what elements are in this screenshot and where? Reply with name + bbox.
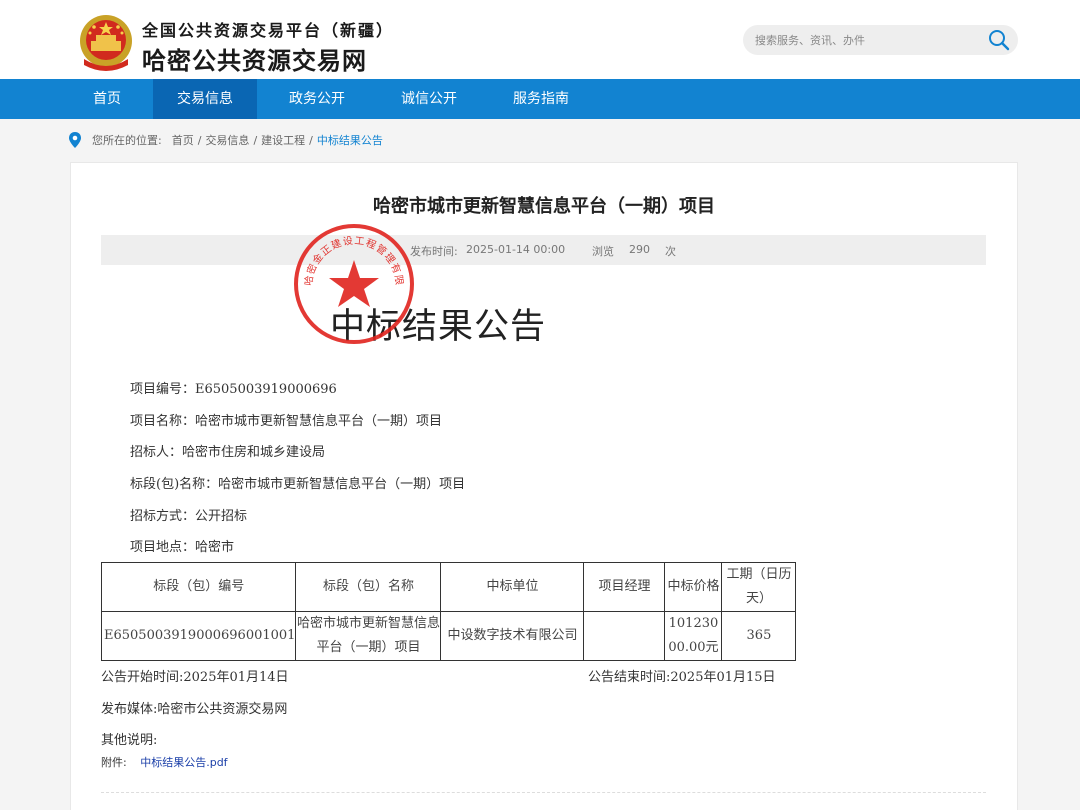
nav-item-credit[interactable]: 诚信公开: [382, 79, 476, 119]
nav-item-trade-info[interactable]: 交易信息: [153, 79, 257, 119]
search-icon[interactable]: [988, 29, 1010, 51]
table-row: E6505003919000696001001 哈密市城市更新智慧信息平台（一期…: [100, 611, 797, 661]
breadcrumb: 您所在的位置: 首页 / 交易信息 / 建设工程 / 中标结果公告: [68, 131, 383, 149]
content-divider: [101, 792, 986, 793]
attachment-label: 附件:: [101, 756, 127, 769]
table-cell-lot-code: E6505003919000696001001: [100, 611, 297, 661]
field-project-name: 项目名称：哈密市城市更新智慧信息平台（一期）项目: [130, 414, 443, 429]
table-header: 标段（包）编号: [100, 562, 297, 612]
table-header: 标段（包）名称: [295, 562, 442, 612]
table-cell-duration: 365: [721, 611, 797, 661]
publish-time: 2025-01-14 00:00: [466, 243, 566, 256]
breadcrumb-current[interactable]: 中标结果公告: [317, 132, 383, 148]
table-header: 项目经理: [583, 562, 666, 612]
field-project-code: 项目编号：E6505003919000696: [130, 382, 337, 397]
views-label: 浏览: [592, 245, 614, 258]
field-lot-name: 标段(包)名称：哈密市城市更新智慧信息平台（一期）项目: [130, 477, 466, 492]
search-input[interactable]: [755, 25, 975, 55]
table-cell-lot-name: 哈密市城市更新智慧信息平台（一期）项目: [295, 611, 442, 661]
article-title: 哈密市城市更新智慧信息平台（一期）项目: [373, 196, 715, 217]
table-header: 中标价格: [664, 562, 723, 612]
field-tender-method: 招标方式：公开招标: [130, 509, 248, 524]
views-unit: 次: [665, 245, 676, 258]
breadcrumb-separator: /: [197, 133, 202, 147]
location-pin-icon: [69, 132, 81, 148]
breadcrumb-trade-info[interactable]: 交易信息: [205, 132, 249, 148]
table-cell-winner: 中设数字技术有限公司: [440, 611, 585, 661]
nav-item-service-guide[interactable]: 服务指南: [494, 79, 588, 119]
breadcrumb-prefix: 您所在的位置:: [92, 134, 162, 147]
attachment-row: 附件: 中标结果公告.pdf: [101, 754, 228, 770]
table-header: 中标单位: [440, 562, 585, 612]
breadcrumb-home[interactable]: 首页: [172, 132, 194, 148]
table-header-row: 标段（包）编号 标段（包）名称 中标单位 项目经理 中标价格 工期（日历天）: [100, 562, 797, 612]
main-nav: 首页 交易信息 政务公开 诚信公开 服务指南: [0, 79, 1080, 119]
publish-label: 发布时间:: [410, 245, 458, 258]
nav-item-gov-affairs[interactable]: 政务公开: [270, 79, 364, 119]
breadcrumb-separator: /: [253, 133, 258, 147]
nav-item-home[interactable]: 首页: [72, 79, 142, 119]
result-table: 标段（包）编号 标段（包）名称 中标单位 项目经理 中标价格 工期（日历天） E…: [100, 562, 797, 661]
search-box: [743, 25, 1018, 55]
other-remarks: 其他说明:: [101, 733, 158, 748]
national-emblem-icon: [80, 15, 132, 71]
breadcrumb-separator: /: [309, 133, 313, 147]
publish-media: 发布媒体:哈密市公共资源交易网: [101, 702, 288, 717]
site-subtitle: 全国公共资源交易平台（新疆）: [142, 21, 395, 40]
breadcrumb-construction[interactable]: 建设工程: [261, 132, 305, 148]
notice-end-time: 公告结束时间:2025年01月15日: [588, 670, 776, 685]
attachment-link[interactable]: 中标结果公告.pdf: [140, 756, 227, 769]
site-title[interactable]: 哈密公共资源交易网: [142, 41, 367, 76]
views-count: 290: [629, 243, 650, 256]
official-seal-stamp: 哈密金正建设工程管理有限公司: [292, 222, 414, 344]
notice-start-time: 公告开始时间:2025年01月14日: [101, 670, 289, 685]
table-cell-price: 10123000.00元: [664, 611, 723, 661]
site-header: 全国公共资源交易平台（新疆） 哈密公共资源交易网: [0, 0, 1080, 79]
table-cell-manager: [583, 611, 666, 661]
field-project-location: 项目地点：哈密市: [130, 540, 235, 555]
field-tenderer: 招标人：哈密市住房和城乡建设局: [130, 445, 326, 460]
table-header: 工期（日历天）: [721, 562, 797, 612]
